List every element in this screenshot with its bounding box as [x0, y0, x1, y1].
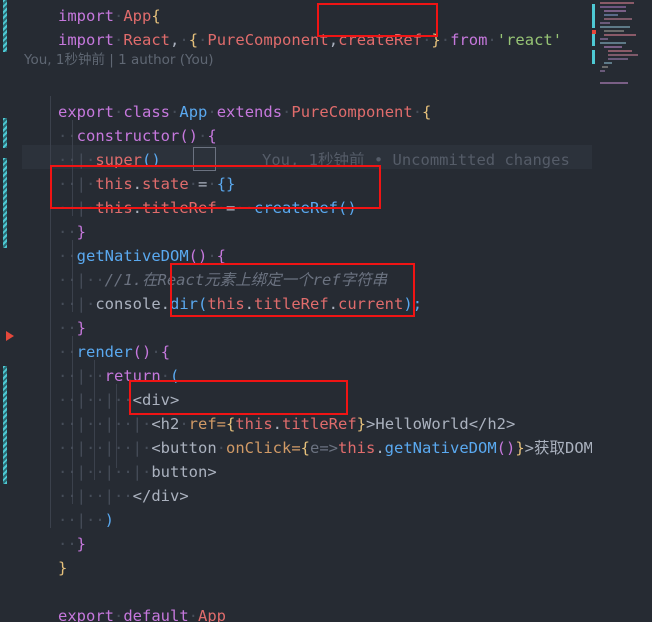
minimap-code-row	[600, 2, 634, 4]
token-dir: dir	[170, 295, 198, 313]
token-react-module: 'react'	[496, 31, 563, 49]
run-code-marker-icon[interactable]	[6, 331, 14, 341]
minimap-code-row	[608, 50, 632, 52]
code-editor[interactable]: import·App{ import·React,·{·PureComponen…	[0, 0, 652, 622]
token-brace-close: }	[431, 31, 441, 49]
minimap-code-row	[600, 38, 608, 40]
minimap-code-row	[604, 10, 626, 12]
minimap-scroll-slider[interactable]	[592, 34, 595, 46]
code-line-button-wrap[interactable]: ··|··|··|·button>	[2, 436, 217, 481]
code-line-div-close[interactable]: ··|··|··</div>	[2, 460, 189, 505]
minimap-code-row	[604, 34, 636, 36]
token-brace-open: {	[207, 127, 217, 145]
token-purecomponent: PureComponent	[207, 31, 329, 49]
minimap-code-row	[604, 62, 612, 64]
minimap-code-row	[600, 22, 610, 24]
token-getnativedom: getNativeDOM	[384, 439, 497, 457]
code-line-render[interactable]: ··render()·{	[2, 316, 170, 361]
code-line-button[interactable]: ··|··|··|·<button·onClick={e=>this.getNa…	[2, 412, 612, 457]
code-line-import[interactable]: import·React,·{·PureComponent,createRef·…	[2, 4, 562, 49]
token-this: this	[95, 199, 133, 217]
token-current: current	[338, 295, 404, 313]
editor-gutter	[0, 0, 22, 622]
minimap-run-marker	[592, 30, 596, 34]
token-this: this	[338, 439, 376, 457]
token-import: import	[58, 31, 114, 49]
minimap-code-row	[604, 18, 632, 20]
token-brace-close: }	[58, 559, 68, 577]
minimap-code-row	[600, 26, 630, 28]
git-modified-indicator[interactable]	[3, 0, 7, 52]
git-modified-indicator[interactable]	[3, 118, 7, 148]
minimap-code-row	[600, 82, 628, 84]
minimap-code-row	[608, 58, 628, 60]
git-blame-inline: You, 1秒钟前 • Uncommitted changes	[262, 151, 570, 169]
code-line-h2[interactable]: ··|··|··|·<h2·ref={this.titleRef}>HelloW…	[2, 388, 515, 433]
minimap-code-row	[604, 30, 624, 32]
minimap-code-row	[604, 14, 618, 16]
code-line-div-open[interactable]: ··|··|··<div>	[2, 364, 179, 409]
token-div-close: </div>	[132, 487, 189, 505]
token-react: React	[123, 31, 171, 49]
minimap-scroll-slider[interactable]	[592, 50, 595, 64]
token-onclick-attr: onClick=	[226, 439, 301, 457]
token-createref: createRef	[338, 31, 423, 49]
token-comma: ,	[328, 31, 339, 49]
code-line-class-decl[interactable]: export·class·App·extends·PureComponent·{	[2, 76, 431, 121]
token-extends: extends	[216, 103, 283, 121]
minimap-code-row	[600, 6, 626, 8]
token-export: export	[58, 607, 114, 622]
minimap-code-row	[608, 54, 638, 56]
editor-minimap[interactable]	[592, 0, 644, 622]
git-blame-header: You, 1秒钟前 | 1 author (You)	[24, 52, 214, 68]
code-line-console-dir[interactable]: ··|·console.dir(this.titleRef.current);	[2, 268, 422, 313]
git-modified-indicator[interactable]	[3, 366, 7, 484]
token-titleref: titleRef	[142, 199, 217, 217]
code-text[interactable]: import·App{ import·React,·{·PureComponen…	[0, 0, 612, 622]
token-this: this	[207, 295, 245, 313]
token-default: default	[123, 607, 189, 622]
code-line-getnativedom[interactable]: ··getNativeDOM()·{	[2, 220, 226, 265]
code-line-constructor[interactable]: ··constructor()·{	[2, 100, 217, 145]
bracket-match-highlight	[193, 147, 216, 171]
token-app: App	[198, 607, 227, 622]
minimap-code-row	[602, 66, 608, 68]
token-brace-close: }	[76, 535, 87, 553]
token-console: console	[95, 295, 161, 313]
git-modified-indicator[interactable]	[3, 158, 7, 248]
minimap-code-row	[600, 70, 605, 72]
token-brace-open: {	[422, 103, 432, 121]
token-arrow-param: e=>	[310, 439, 338, 457]
token-comma: ,	[170, 31, 180, 49]
code-line-export-default[interactable]: export·default·App	[2, 580, 226, 622]
editor-scrollbar[interactable]	[644, 0, 652, 622]
code-line-titleref-assign[interactable]: ··|·this.titleRef·=··createRef()	[2, 172, 357, 217]
token-createref-call: createRef	[254, 199, 339, 217]
code-line-return[interactable]: ··|··return·(	[2, 340, 179, 385]
token-brace-open: {	[188, 31, 199, 49]
minimap-scroll-slider[interactable]	[592, 4, 595, 28]
token-purecomponent: PureComponent	[291, 103, 413, 121]
token-button-label-cn: 获取DOM	[534, 439, 594, 457]
code-line-super[interactable]: ··|·super()	[2, 124, 161, 169]
token-from: from	[450, 31, 488, 49]
token-titleref: titleRef	[254, 295, 329, 313]
minimap-code-row	[600, 42, 626, 44]
minimap-code-row	[604, 46, 622, 48]
code-line-comment[interactable]: ··|··//1.在React元素上绑定一个ref字符串	[2, 244, 387, 289]
